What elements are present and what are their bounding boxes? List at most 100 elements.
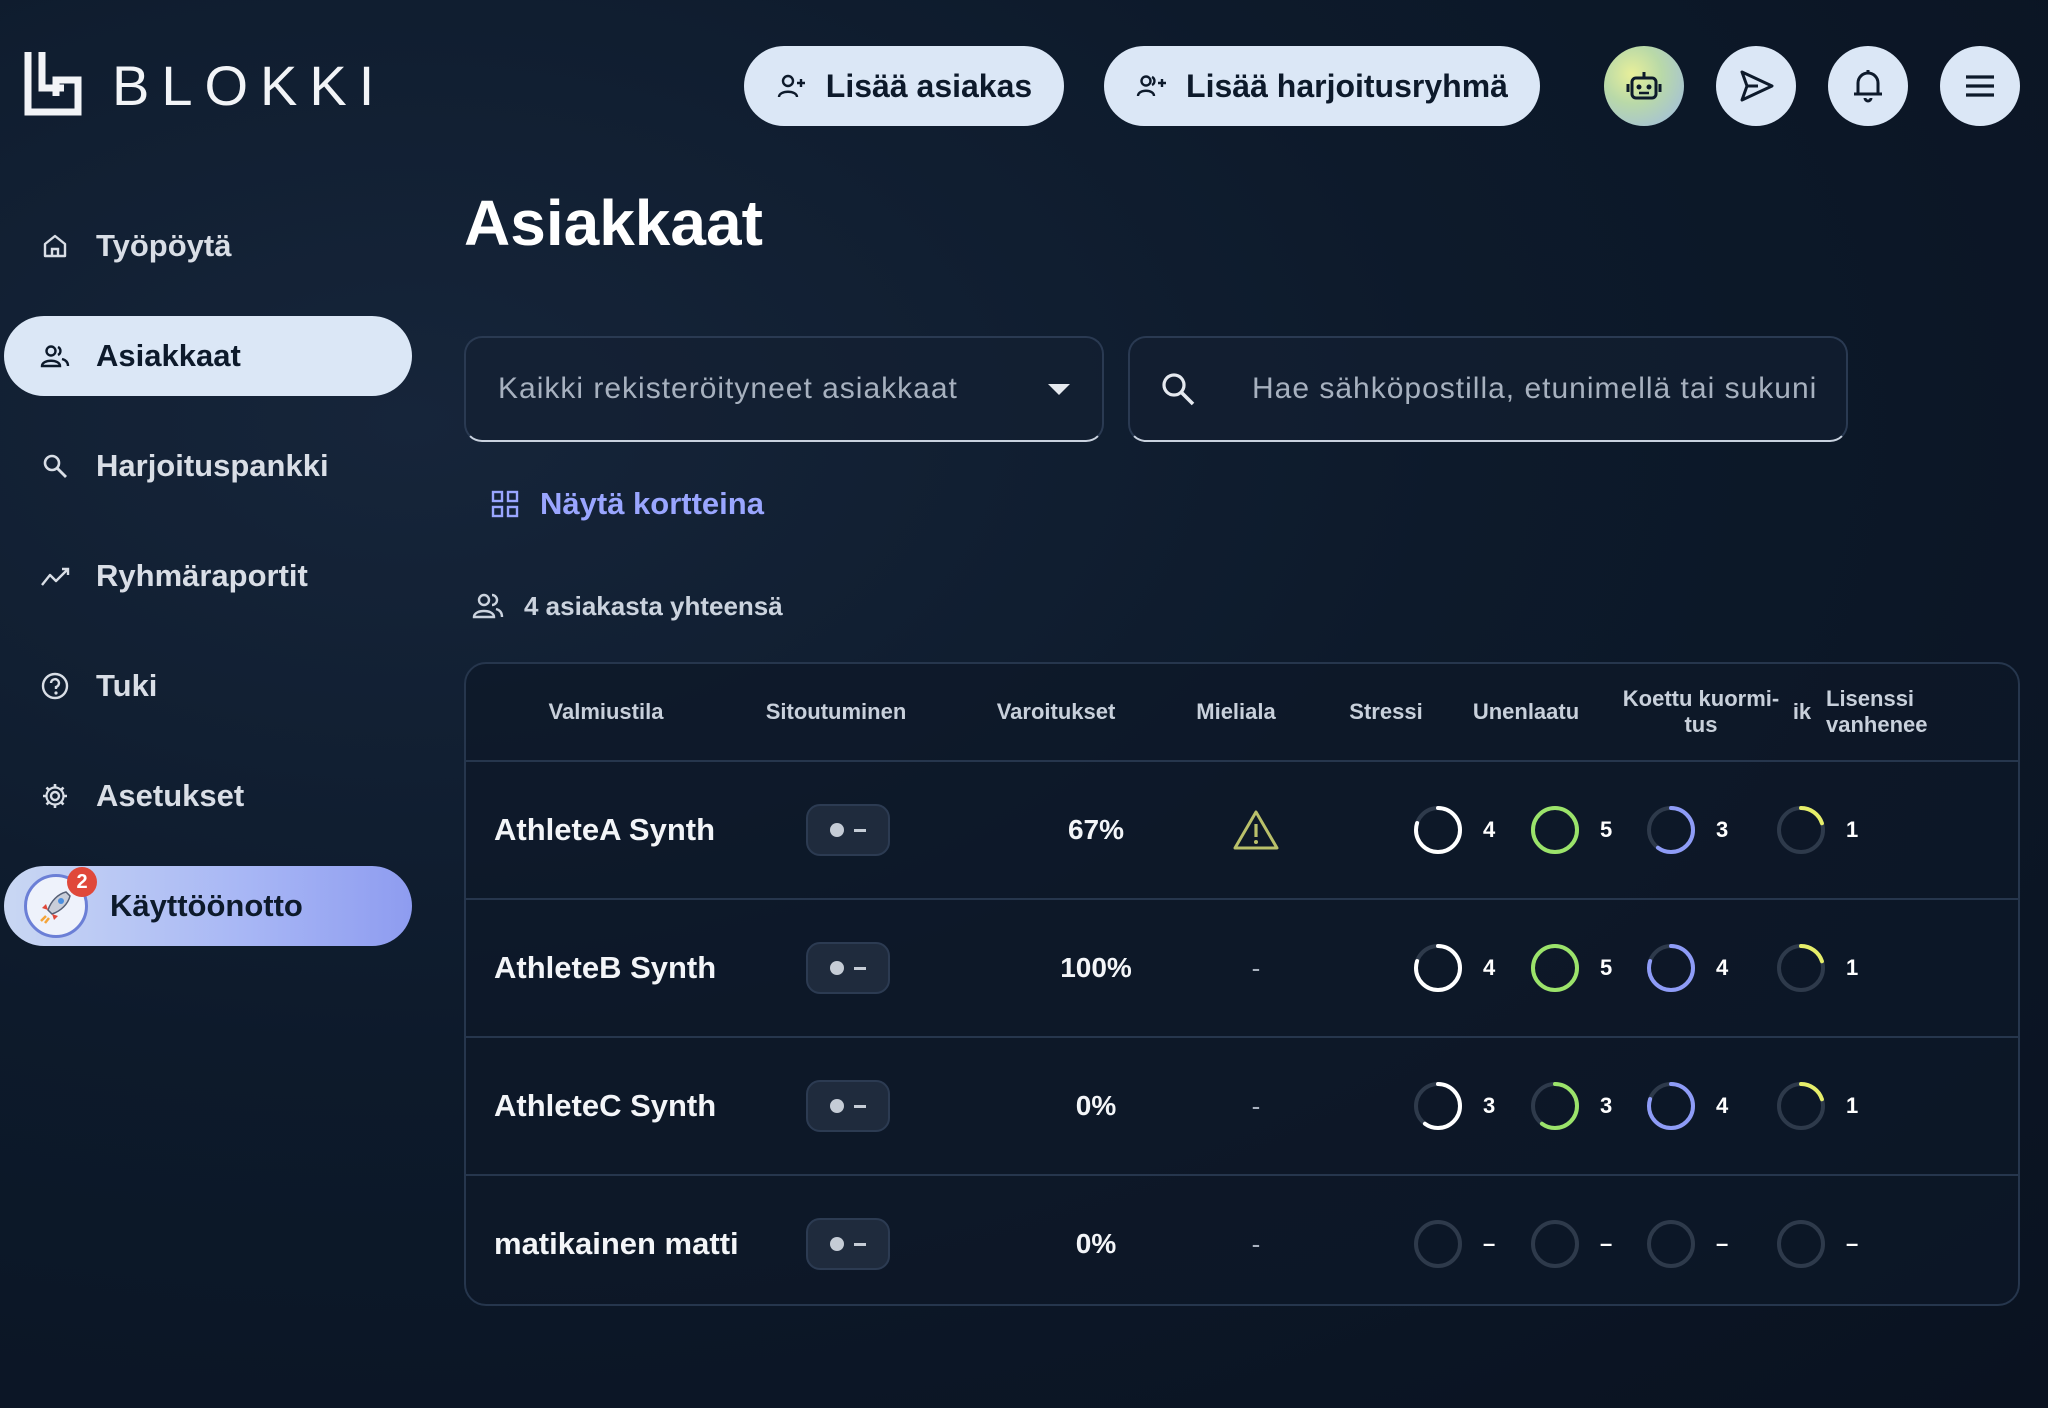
caret-down-icon (1048, 383, 1070, 395)
column-header-stress[interactable]: Stressi (1326, 664, 1446, 760)
license-ring-icon (1777, 1082, 1825, 1130)
client-name[interactable]: matikainen matti (494, 1176, 739, 1304)
client-filter-value: Kaikki rekisteröityneet asiakkaat (498, 372, 958, 405)
show-as-cards-label: Näytä kortteina (540, 486, 764, 521)
sleep-value: 3 (1600, 1093, 1613, 1118)
column-header-load[interactable]: Koettu kuormi- tus (1601, 664, 1801, 760)
engagement-toggle[interactable] (806, 1176, 890, 1304)
gear-icon (43, 784, 67, 808)
bell-icon (1854, 70, 1882, 103)
sidebar-item-settings[interactable]: Asetukset (4, 756, 412, 836)
engagement-toggle[interactable] (806, 762, 890, 898)
sidebar-item-label: Tuki (96, 668, 158, 703)
license-score[interactable]: 1 (1774, 900, 1924, 1036)
dash-icon (854, 1242, 866, 1246)
clients-table: Valmiustila Sitoutuminen Varoitukset Mie… (464, 662, 2020, 1306)
column-header-engagement[interactable]: Sitoutuminen (736, 664, 936, 760)
users-icon (472, 593, 504, 619)
onboarding-progress: 2 (24, 867, 97, 938)
client-count: 4 asiakasta yhteensä (472, 590, 783, 622)
load-score[interactable]: – (1644, 1176, 1794, 1304)
sidebar-item-clients[interactable]: Asiakkaat (4, 316, 412, 396)
load-score[interactable]: 4 (1644, 1038, 1794, 1174)
mood-value: - (1251, 952, 1261, 983)
load-ring-icon (1647, 806, 1695, 854)
engagement-pill[interactable] (806, 942, 890, 994)
blokki-logo-icon (24, 52, 82, 116)
client-search[interactable] (1128, 336, 1848, 442)
stress-value: 4 (1483, 955, 1496, 980)
search-icon (1162, 373, 1195, 406)
load-value: – (1716, 1231, 1729, 1256)
menu-button[interactable] (1940, 46, 2020, 126)
license-ring-icon (1777, 944, 1825, 992)
stress-value: – (1483, 1231, 1496, 1256)
add-group-button[interactable]: Lisää harjoitusryhmä (1104, 46, 1540, 126)
table-body: AthleteA Synth 67% 4 5 3 1 AthleteB Synth 100% -… (466, 762, 2018, 1304)
stress-ring-icon (1414, 944, 1462, 992)
license-ring-icon (1777, 1220, 1825, 1268)
warnings-value: 100% (1060, 952, 1132, 983)
load-score[interactable]: 4 (1644, 900, 1794, 1036)
mood-value: - (1251, 1090, 1261, 1121)
notifications-button[interactable] (1828, 46, 1908, 126)
sidebar-item-onboarding[interactable]: 2 Käyttöönotto (4, 866, 412, 946)
show-as-cards-button[interactable]: Näytä kortteina (490, 486, 764, 522)
add-client-button[interactable]: Lisää asiakas (744, 46, 1064, 126)
load-score[interactable]: 3 (1644, 762, 1794, 898)
add-user-icon (777, 74, 805, 98)
sidebar-item-label: Harjoituspankki (96, 448, 329, 483)
mood-value: - (1251, 1228, 1261, 1259)
engagement-pill[interactable] (806, 804, 890, 856)
stress-ring-icon (1414, 1082, 1462, 1130)
sidebar-item-exercise-bank[interactable]: Harjoituspankki (4, 426, 412, 506)
load-value: 4 (1716, 955, 1729, 980)
load-ring-icon (1647, 944, 1695, 992)
table-header: Valmiustila Sitoutuminen Varoitukset Mie… (466, 664, 2018, 762)
assistant-button[interactable] (1604, 46, 1684, 126)
sleep-ring-icon (1531, 806, 1579, 854)
load-value: 3 (1716, 817, 1729, 842)
dash-icon (854, 828, 866, 832)
column-header-mood[interactable]: Mieliala (1166, 664, 1306, 760)
load-ring-icon (1647, 1082, 1695, 1130)
brand-logo[interactable]: BLOKKI (24, 50, 386, 120)
column-header-license[interactable]: Lisenssi vanhenee (1806, 664, 1966, 760)
table-row[interactable]: AthleteC Synth 0% - 3 3 4 1 (466, 1038, 2018, 1176)
search-input[interactable] (1250, 371, 1818, 407)
table-row[interactable]: AthleteA Synth 67% 4 5 3 1 (466, 762, 2018, 900)
license-score[interactable]: – (1774, 1176, 1924, 1304)
add-client-label: Lisää asiakas (825, 67, 1033, 104)
client-filter-select[interactable]: Kaikki rekisteröityneet asiakkaat (464, 336, 1104, 442)
engagement-toggle[interactable] (806, 900, 890, 1036)
column-header-warnings[interactable]: Varoitukset (966, 664, 1146, 760)
dash-icon (854, 1104, 866, 1108)
sidebar-item-label: Asetukset (96, 778, 245, 813)
license-score[interactable]: 1 (1774, 1038, 1924, 1174)
send-message-button[interactable] (1716, 46, 1796, 126)
engagement-toggle[interactable] (806, 1038, 890, 1174)
grid-icon (491, 490, 519, 518)
sidebar-item-label: Työpöytä (96, 228, 232, 263)
client-name[interactable]: AthleteB Synth (494, 900, 716, 1036)
table-row[interactable]: matikainen matti 0% - – – – – (466, 1176, 2018, 1304)
column-header-readiness[interactable]: Valmiustila (526, 664, 686, 760)
engagement-pill[interactable] (806, 1080, 890, 1132)
client-name[interactable]: AthleteA Synth (494, 762, 715, 898)
load-value: 4 (1716, 1093, 1729, 1118)
sidebar-item-support[interactable]: Tuki (4, 646, 412, 726)
client-name[interactable]: AthleteC Synth (494, 1038, 716, 1174)
stress-ring-icon (1414, 806, 1462, 854)
sleep-ring-icon (1531, 1082, 1579, 1130)
license-score[interactable]: 1 (1774, 762, 1924, 898)
engagement-pill[interactable] (806, 1218, 890, 1270)
column-header-sleep[interactable]: Unenlaatu (1461, 664, 1591, 760)
table-row[interactable]: AthleteB Synth 100% - 4 5 4 1 (466, 900, 2018, 1038)
stress-value: 3 (1483, 1093, 1496, 1118)
search-icon (43, 454, 67, 478)
sidebar-item-dashboard[interactable]: Työpöytä (4, 206, 412, 286)
warnings-value: 67% (1067, 814, 1125, 845)
notification-badge: 2 (67, 867, 97, 897)
sidebar-item-group-reports[interactable]: Ryhmäraportit (4, 536, 412, 616)
warning-icon (1233, 810, 1279, 850)
